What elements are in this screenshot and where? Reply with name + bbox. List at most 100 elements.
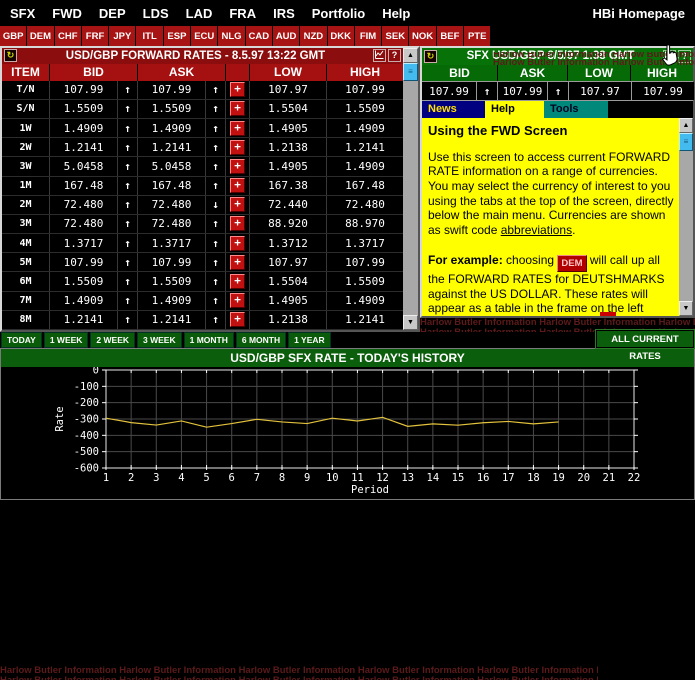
fwd-add-button[interactable]: + — [230, 140, 245, 155]
fwd-add-button[interactable]: + — [230, 236, 245, 251]
fwd-add-button[interactable]: + — [230, 293, 245, 308]
fwd-add-button[interactable]: + — [230, 101, 245, 116]
period-tab-1-year[interactable]: 1 YEAR — [288, 332, 331, 348]
period-tab-1-week[interactable]: 1 WEEK — [44, 332, 89, 348]
svg-text:5: 5 — [203, 472, 209, 484]
tab-help-active[interactable]: Help — [485, 101, 544, 118]
fwd-high-value: 88.970 — [326, 215, 403, 233]
period-tab-6-month[interactable]: 6 MONTH — [236, 332, 286, 348]
tab-news[interactable]: News — [422, 101, 485, 118]
fwd-low-value: 1.3712 — [249, 234, 326, 252]
fwd-add-button[interactable]: + — [230, 82, 245, 97]
svg-text:-300: -300 — [74, 414, 99, 426]
fwd-ask-direction-icon: ↑ — [205, 100, 225, 118]
menu-item-help[interactable]: Help — [382, 6, 410, 21]
currency-tab-chf[interactable]: CHF — [55, 26, 81, 46]
fwd-ask-value: 5.0458 — [137, 157, 205, 175]
fwd-add-button[interactable]: + — [230, 312, 245, 327]
svg-text:-400: -400 — [74, 430, 99, 442]
fwd-ask-direction-icon: ↑ — [205, 272, 225, 290]
fwd-add-button[interactable]: + — [230, 274, 245, 289]
currency-tab-bef[interactable]: BEF — [437, 26, 463, 46]
fwd-ask-direction-icon: ↑ — [205, 215, 225, 233]
svg-text:-600: -600 — [74, 463, 99, 475]
menu-item-portfolio[interactable]: Portfolio — [312, 6, 365, 21]
currency-tab-ecu[interactable]: ECU — [191, 26, 217, 46]
menu-item-lds[interactable]: LDS — [143, 6, 169, 21]
abbreviations-link[interactable]: abbreviations — [501, 223, 572, 237]
menu-item-irs[interactable]: IRS — [273, 6, 295, 21]
mouse-cursor-hand-icon — [661, 44, 678, 71]
fwd-bid-value: 167.48 — [49, 177, 117, 195]
fwd-bid-direction-icon: ↑ — [117, 292, 137, 310]
period-tab-today[interactable]: TODAY — [1, 332, 42, 348]
help-icon[interactable]: ? — [388, 49, 401, 62]
period-tab-3-week[interactable]: 3 WEEK — [137, 332, 182, 348]
fwd-ask-value: 1.4909 — [137, 292, 205, 310]
currency-tab-jpy[interactable]: JPY — [109, 26, 135, 46]
fwd-add-button[interactable]: + — [230, 121, 245, 136]
scrollbar-track[interactable] — [679, 151, 693, 301]
scrollbar-track[interactable] — [403, 81, 418, 315]
currency-tab-itl[interactable]: ITL — [136, 26, 162, 46]
currency-tab-fim[interactable]: FIM — [355, 26, 381, 46]
menu-item-fwd[interactable]: FWD — [52, 6, 82, 21]
scroll-down-icon[interactable]: ▼ — [679, 301, 693, 316]
fwd-low-value: 72.440 — [249, 196, 326, 214]
currency-tab-esp[interactable]: ESP — [164, 26, 190, 46]
currency-tab-sek[interactable]: SEK — [382, 26, 408, 46]
scroll-up-icon[interactable]: ▲ — [403, 48, 418, 63]
all-current-rates-button[interactable]: ALL CURRENT RATES — [596, 330, 694, 348]
help-scrollbar[interactable]: ▲ ≡ ▼ — [679, 118, 693, 316]
fwd-add-button[interactable]: + — [230, 159, 245, 174]
currency-tab-pte[interactable]: PTE — [464, 26, 490, 46]
fwd-item-label: 7M — [2, 292, 49, 310]
currency-tab-gbp[interactable]: GBP — [0, 26, 26, 46]
currency-tab-aud[interactable]: AUD — [273, 26, 299, 46]
period-tab-1-month[interactable]: 1 MONTH — [184, 332, 234, 348]
fwd-add-cell: + — [225, 234, 249, 252]
tab-tools[interactable]: Tools — [544, 101, 608, 118]
col-header-blank — [225, 64, 249, 81]
svg-text:2: 2 — [128, 472, 134, 484]
svg-text:-200: -200 — [74, 397, 99, 409]
fwd-add-cell: + — [225, 119, 249, 137]
fwd-scrollbar[interactable]: ▲ ≡ ▼ — [403, 48, 418, 330]
refresh-icon[interactable]: ↻ — [424, 50, 437, 63]
fwd-ask-direction-icon: ↓ — [205, 196, 225, 214]
currency-tab-nok[interactable]: NOK — [409, 26, 435, 46]
fwd-bid-direction-icon: ↑ — [117, 119, 137, 137]
fwd-add-button[interactable]: + — [230, 255, 245, 270]
fwd-ask-direction-icon: ↑ — [205, 253, 225, 271]
chart-icon[interactable] — [373, 49, 386, 62]
scrollbar-thumb[interactable]: ≡ — [679, 133, 693, 151]
fwd-panel-titlebar: ↻ USD/GBP FORWARD RATES - 8.5.97 13:22 G… — [2, 48, 403, 64]
scroll-up-icon[interactable]: ▲ — [679, 118, 693, 133]
menu-bar: SFX FWD DEP LDS LAD FRA IRS Portfolio Help HBi H… — [0, 0, 695, 26]
menu-item-fra[interactable]: FRA — [229, 6, 256, 21]
fwd-high-value: 1.4909 — [326, 292, 403, 310]
currency-tab-dem[interactable]: DEM — [27, 26, 53, 46]
fwd-add-button[interactable]: + — [230, 197, 245, 212]
currency-tab-dkk[interactable]: DKK — [328, 26, 354, 46]
menu-item-dep[interactable]: DEP — [99, 6, 126, 21]
hbi-homepage-link[interactable]: HBi Homepage — [593, 6, 685, 21]
period-tab-2-week[interactable]: 2 WEEK — [90, 332, 135, 348]
fwd-add-button[interactable]: + — [230, 178, 245, 193]
history-chart-section: USD/GBP SFX RATE - TODAY'S HISTORY 12345… — [0, 348, 695, 500]
menu-item-sfx[interactable]: SFX — [10, 6, 35, 21]
scrollbar-thumb[interactable]: ≡ — [403, 63, 418, 81]
menu-item-lad[interactable]: LAD — [186, 6, 213, 21]
currency-tab-nzd[interactable]: NZD — [300, 26, 326, 46]
currency-tab-frf[interactable]: FRF — [82, 26, 108, 46]
fwd-add-button[interactable]: + — [230, 216, 245, 231]
dem-currency-badge[interactable]: DEM — [557, 255, 586, 273]
fwd-bid-direction-icon: ↑ — [117, 234, 137, 252]
refresh-icon[interactable]: ↻ — [4, 49, 17, 62]
currency-tab-nlg[interactable]: NLG — [218, 26, 244, 46]
fwd-bid-direction-icon: ↑ — [117, 138, 137, 156]
svg-text:21: 21 — [603, 472, 616, 484]
svg-text:22: 22 — [628, 472, 641, 484]
scroll-down-icon[interactable]: ▼ — [403, 315, 418, 330]
currency-tab-cad[interactable]: CAD — [246, 26, 272, 46]
